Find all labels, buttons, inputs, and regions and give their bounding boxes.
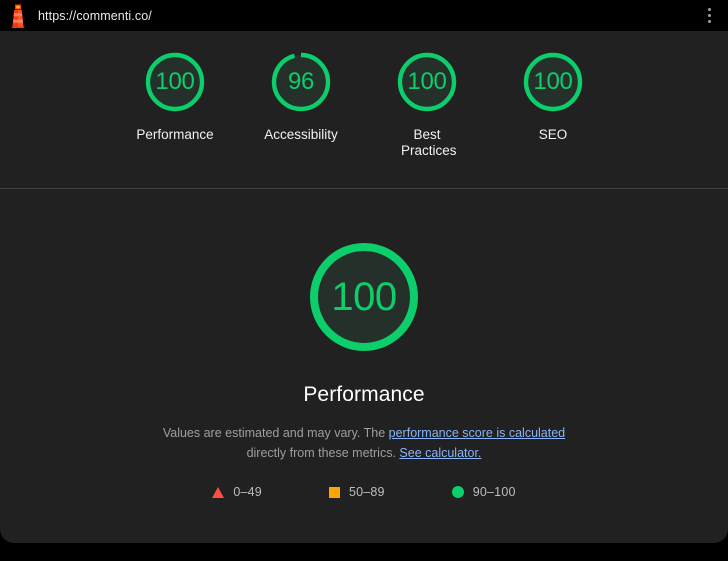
kebab-dot: [707, 20, 711, 23]
lighthouse-report-window: https://commenti.co/ 100 Performance 96 …: [0, 0, 728, 561]
gauge-performance: 100: [141, 48, 209, 116]
see-calculator-link[interactable]: See calculator.: [399, 446, 481, 460]
gauge-value: 96: [287, 68, 315, 95]
legend-range: 50–89: [348, 485, 385, 499]
score-label: Accessibility: [264, 127, 338, 142]
score-label: Performance: [136, 127, 214, 142]
kebab-menu-icon[interactable]: [700, 4, 718, 28]
legend-item-average: 50–89: [328, 485, 385, 499]
square-swatch-icon: [328, 486, 340, 498]
disclaimer-text-middle: directly from these metrics.: [246, 446, 400, 460]
legend-range: 90–100: [472, 485, 516, 499]
gauge-value: 100: [331, 274, 397, 319]
score-item-accessibility[interactable]: 96 Accessibility: [255, 48, 348, 143]
lighthouse-icon: [11, 4, 25, 28]
kebab-dot: [707, 8, 711, 11]
triangle-swatch-icon: [212, 486, 225, 498]
score-item-seo[interactable]: 100 SEO: [507, 48, 600, 143]
legend-range: 0–49: [233, 485, 262, 499]
gauge-value: 100: [155, 68, 195, 95]
gauge-best-practices: 100: [393, 48, 461, 116]
score-item-best-practices[interactable]: 100 Best Practices: [381, 48, 474, 159]
score-summary-row: 100 Performance 96 Accessibility 100 Bes…: [0, 31, 728, 188]
score-label: SEO: [538, 127, 568, 142]
gauge-value: 100: [407, 68, 447, 95]
featured-category-title: Performance: [303, 383, 425, 406]
browser-top-bar: https://commenti.co/: [0, 0, 728, 31]
legend-item-fail: 0–49: [212, 485, 262, 499]
circle-swatch-icon: [451, 486, 464, 498]
performance-score-calculated-link[interactable]: performance score is calculated: [389, 426, 565, 440]
score-legend: 0–49 50–89 90–100: [212, 485, 515, 499]
gauge-seo: 100: [519, 48, 587, 116]
featured-category-section: 100 Performance Values are estimated and…: [0, 189, 728, 499]
gauge-accessibility: 96: [267, 48, 335, 116]
legend-item-pass: 90–100: [451, 485, 516, 499]
gauge-value: 100: [533, 68, 573, 95]
report-panel: 100 Performance 96 Accessibility 100 Bes…: [0, 31, 728, 543]
score-disclaimer: Values are estimated and may vary. The p…: [154, 423, 574, 463]
disclaimer-text-prefix: Values are estimated and may vary. The: [162, 426, 389, 440]
score-label: Best Practices: [401, 127, 457, 158]
kebab-dot: [707, 14, 711, 17]
url-text[interactable]: https://commenti.co/: [38, 9, 700, 23]
score-item-performance[interactable]: 100 Performance: [129, 48, 222, 143]
gauge-featured-performance: 100: [302, 235, 426, 359]
